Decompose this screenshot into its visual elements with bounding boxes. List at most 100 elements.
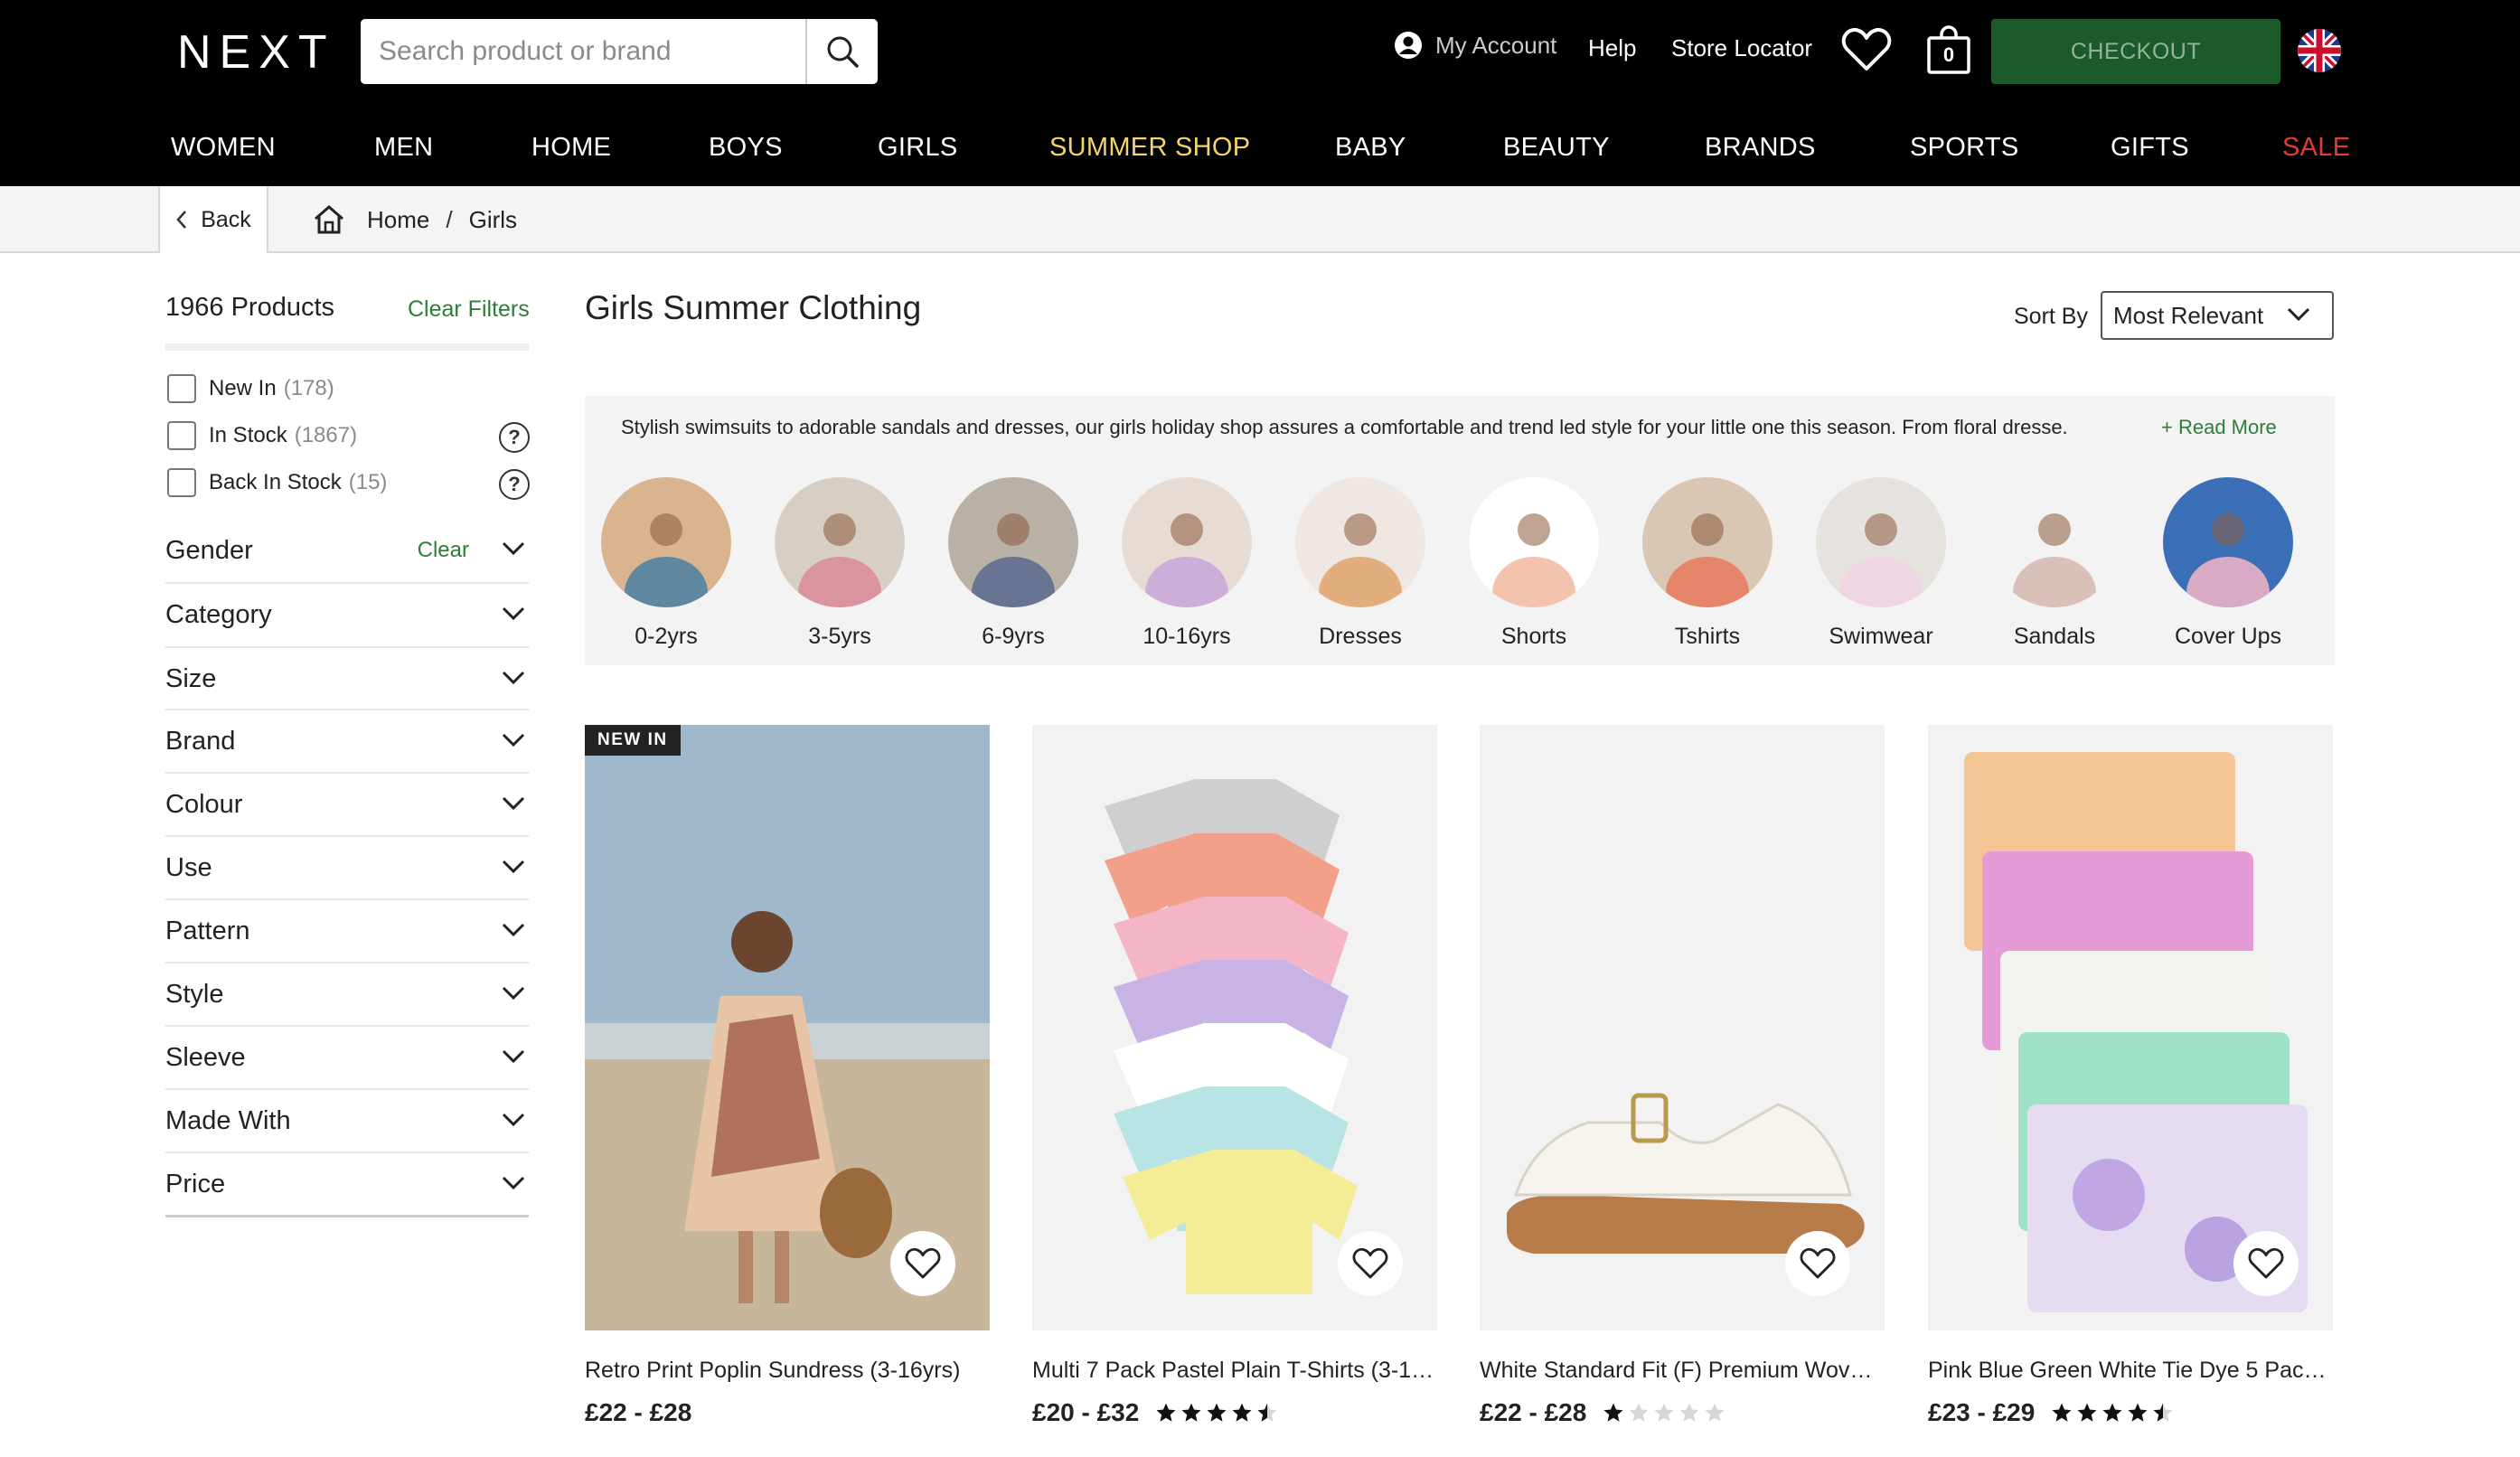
category-tile-shorts[interactable]: Shorts <box>1457 477 1611 650</box>
bag-count: 0 <box>1942 43 1955 66</box>
facet-label: Pattern <box>165 916 250 945</box>
product-image[interactable] <box>1480 725 1885 1330</box>
star-icon <box>2128 1403 2148 1422</box>
chevron-down-icon <box>502 860 525 874</box>
product-image[interactable]: NEW IN <box>585 725 990 1330</box>
category-tile-sandals[interactable]: Sandals <box>1978 477 2131 650</box>
add-to-favourites-button[interactable] <box>1338 1231 1403 1296</box>
nav-beauty[interactable]: BEAUTY <box>1503 127 1610 168</box>
category-image <box>1642 477 1772 607</box>
filter-back-in-stock[interactable]: Back In Stock (15) <box>167 468 387 497</box>
home-icon[interactable] <box>313 204 345 235</box>
favourites-button[interactable] <box>1841 27 1892 77</box>
product-image[interactable] <box>1032 725 1437 1330</box>
price-row: £23 - £29 <box>1928 1398 2333 1427</box>
product-card[interactable]: Pink Blue Green White Tie Dye 5 Pack Sho… <box>1928 725 2333 1427</box>
filter-in-stock[interactable]: In Stock (1867) <box>167 421 357 450</box>
product-card[interactable]: NEW IN Retro Print Poplin Sundress (3-16y… <box>585 725 990 1427</box>
facet-sleeve[interactable]: Sleeve <box>165 1025 529 1088</box>
category-label: 3-5yrs <box>808 624 871 649</box>
nav-summer-shop[interactable]: SUMMER SHOP <box>1049 127 1250 168</box>
category-tile-tshirts[interactable]: Tshirts <box>1631 477 1784 650</box>
product-card[interactable]: White Standard Fit (F) Premium Woven Lea… <box>1480 725 1885 1427</box>
facet-size[interactable]: Size <box>165 646 529 710</box>
nav-home[interactable]: HOME <box>531 127 611 168</box>
nav-sports[interactable]: SPORTS <box>1910 127 2019 168</box>
category-image <box>775 477 905 607</box>
search-button[interactable] <box>805 19 878 84</box>
breadcrumb-current[interactable]: Girls <box>469 206 517 234</box>
nav-baby[interactable]: BABY <box>1335 127 1406 168</box>
facet-label: Use <box>165 852 212 882</box>
search-bar <box>361 19 878 84</box>
facet-price[interactable]: Price <box>165 1152 529 1215</box>
sort-select[interactable]: Most Relevant <box>2101 291 2334 340</box>
search-input[interactable] <box>361 19 805 84</box>
facet-label: Style <box>165 979 224 1009</box>
help-link[interactable]: Help <box>1588 34 1636 62</box>
back-button[interactable]: Back <box>158 186 268 253</box>
category-tile-dresses[interactable]: Dresses <box>1284 477 1437 650</box>
nav-girls[interactable]: GIRLS <box>878 127 958 168</box>
chevron-down-icon <box>502 606 525 621</box>
star-icon <box>1654 1403 1674 1422</box>
nav-gifts[interactable]: GIFTS <box>2111 127 2189 168</box>
clear-filters-link[interactable]: Clear Filters <box>408 296 530 323</box>
add-to-favourites-button[interactable] <box>890 1231 955 1296</box>
category-tile-3-5yrs[interactable]: 3-5yrs <box>763 477 917 650</box>
nav-brands[interactable]: BRANDS <box>1705 127 1816 168</box>
star-icon <box>2077 1403 2097 1422</box>
checkout-button[interactable]: CHECKOUT <box>1991 19 2280 84</box>
heart-icon <box>1841 28 1892 70</box>
product-card[interactable]: Multi 7 Pack Pastel Plain T-Shirts (3-16… <box>1032 725 1437 1427</box>
star-icon <box>1207 1403 1227 1422</box>
facet-style[interactable]: Style <box>165 962 529 1025</box>
star-icon <box>1232 1403 1252 1422</box>
help-question-icon[interactable]: ? <box>499 469 530 500</box>
nav-boys[interactable]: BOYS <box>709 127 783 168</box>
facet-pattern[interactable]: Pattern <box>165 898 529 962</box>
chevron-down-icon <box>2287 307 2310 322</box>
checkbox[interactable] <box>167 421 196 450</box>
category-image <box>1989 477 2120 607</box>
checkbox[interactable] <box>167 374 196 403</box>
add-to-favourites-button[interactable] <box>2233 1231 2299 1296</box>
nav-women[interactable]: WOMEN <box>171 127 276 168</box>
top-header: NEXT My Account Help Store Locator 0 CHE… <box>0 0 2520 186</box>
breadcrumb-home[interactable]: Home <box>367 206 429 234</box>
category-tile-10-16yrs[interactable]: 10-16yrs <box>1110 477 1264 650</box>
category-tile-0-2yrs[interactable]: 0-2yrs <box>589 477 743 650</box>
facet-brand[interactable]: Brand <box>165 709 529 772</box>
filter-count: (1867) <box>294 423 358 447</box>
shopping-bag-button[interactable]: 0 <box>1923 25 1974 76</box>
add-to-favourites-button[interactable] <box>1785 1231 1850 1296</box>
facet-gender[interactable]: Gender Clear <box>165 519 529 582</box>
chevron-down-icon <box>502 541 525 556</box>
read-more-link[interactable]: + Read More <box>2161 416 2277 439</box>
filter-new-in[interactable]: New In (178) <box>167 374 334 403</box>
product-name[interactable]: Retro Print Poplin Sundress (3-16yrs) <box>585 1358 990 1384</box>
my-account-link[interactable]: My Account <box>1394 31 1556 60</box>
chevron-down-icon <box>502 986 525 1001</box>
nav-sale[interactable]: SALE <box>2282 127 2350 168</box>
facet-use[interactable]: Use <box>165 835 529 898</box>
checkbox[interactable] <box>167 468 196 497</box>
facet-category[interactable]: Category <box>165 582 529 645</box>
heart-icon <box>1352 1247 1388 1279</box>
category-label: Swimwear <box>1829 624 1933 649</box>
nav-men[interactable]: MEN <box>374 127 433 168</box>
category-tile-swimwear[interactable]: Swimwear <box>1804 477 1958 650</box>
store-locator-link[interactable]: Store Locator <box>1671 34 1812 62</box>
product-name[interactable]: Pink Blue Green White Tie Dye 5 Pack Sho… <box>1928 1358 2333 1384</box>
product-name[interactable]: Multi 7 Pack Pastel Plain T-Shirts (3-16… <box>1032 1358 1437 1384</box>
category-tile-cover-ups[interactable]: Cover Ups <box>2151 477 2305 650</box>
category-tile-6-9yrs[interactable]: 6-9yrs <box>936 477 1090 650</box>
uk-flag-icon[interactable] <box>2298 29 2341 72</box>
product-image[interactable] <box>1928 725 2333 1330</box>
next-logo[interactable]: NEXT <box>177 25 335 80</box>
help-question-icon[interactable]: ? <box>499 422 530 453</box>
product-name[interactable]: White Standard Fit (F) Premium Woven Lea… <box>1480 1358 1885 1384</box>
facet-clear-link[interactable]: Clear <box>418 538 469 563</box>
facet-made-with[interactable]: Made With <box>165 1088 529 1152</box>
facet-colour[interactable]: Colour <box>165 772 529 835</box>
